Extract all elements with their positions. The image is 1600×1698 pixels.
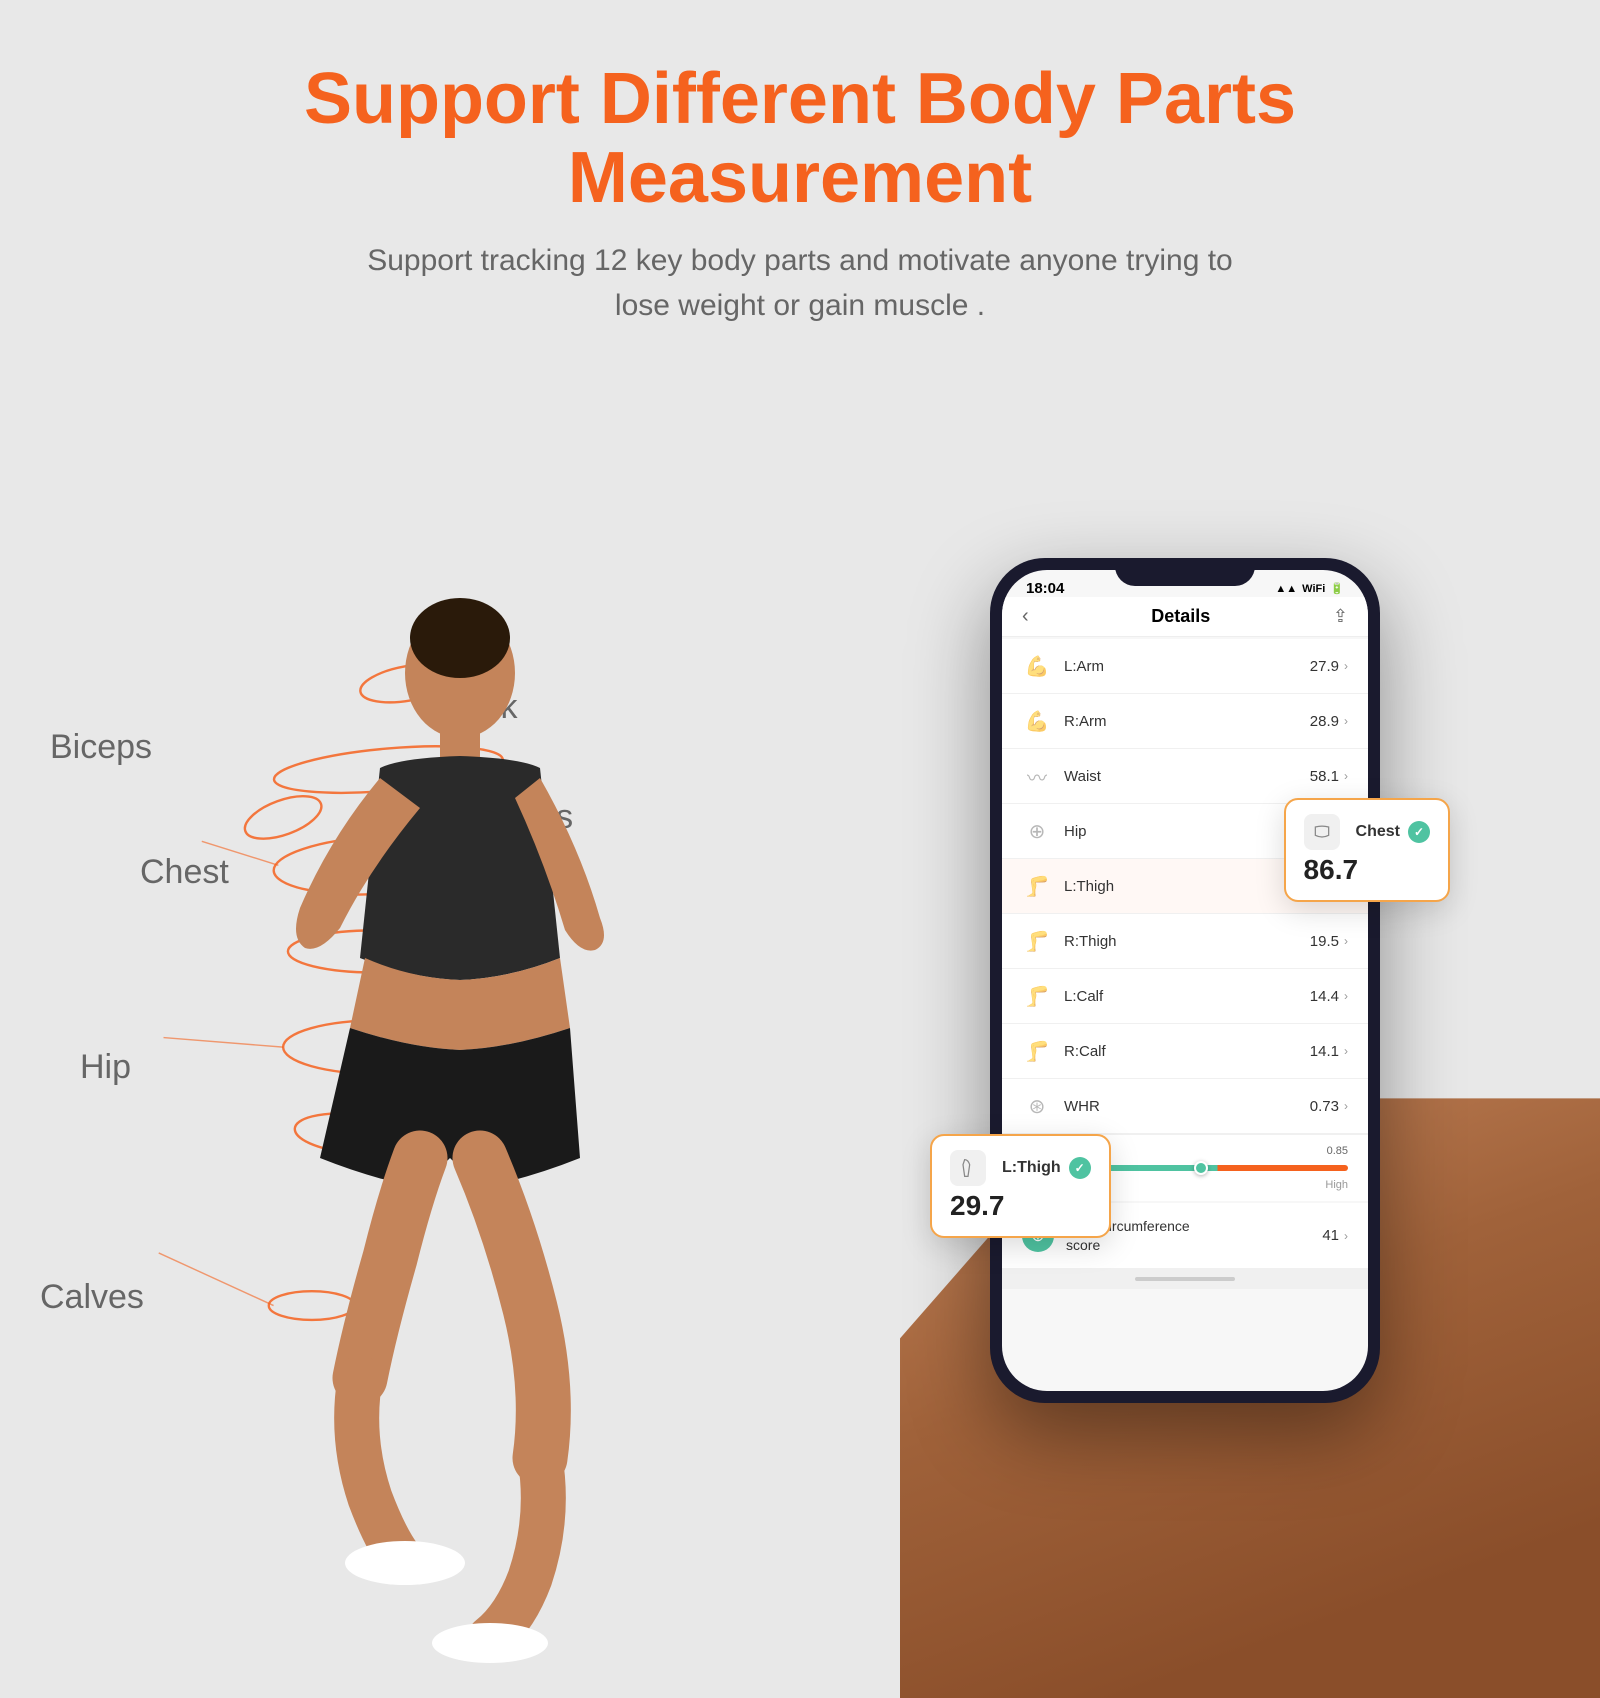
lcalf-arrow: › — [1344, 989, 1348, 1003]
lcalf-value: 14.4 — [1310, 988, 1339, 1005]
rthigh-value: 19.5 — [1310, 933, 1339, 950]
list-item-lcalf[interactable]: 🦵 L:Calf 14.4 › — [1002, 969, 1368, 1024]
lcalf-label: L:Calf — [1064, 988, 1310, 1005]
list-item-whr[interactable]: ⊛ WHR 0.73 › — [1002, 1079, 1368, 1134]
waist-icon: 〰 — [1022, 761, 1052, 791]
page-subtitle: Support tracking 12 key body parts and m… — [100, 238, 1500, 328]
waist-arrow: › — [1344, 769, 1348, 783]
list-item-rthigh[interactable]: 🦵 R:Thigh 19.5 › — [1002, 914, 1368, 969]
list-item-waist[interactable]: 〰 Waist 58.1 › — [1002, 749, 1368, 804]
rarm-icon: 💪 — [1022, 706, 1052, 736]
app-header: ‹ Details ⇪ — [1002, 597, 1368, 637]
chest-tooltip-card: Chest ✓ 86.7 — [1284, 798, 1450, 902]
rthigh-icon: 🦵 — [1022, 926, 1052, 956]
whr-arrow: › — [1344, 1099, 1348, 1113]
waist-value: 58.1 — [1310, 768, 1339, 785]
chest-tooltip-value: 86.7 — [1304, 854, 1430, 886]
thigh-tooltip-card: L:Thigh ✓ 29.7 — [930, 1134, 1111, 1238]
lcalf-icon: 🦵 — [1022, 981, 1052, 1011]
calves-label: Calves — [40, 1278, 144, 1317]
lthigh-icon: 🦵 — [1022, 871, 1052, 901]
score-arrow: › — [1344, 1229, 1348, 1243]
phone-notch — [1115, 558, 1255, 586]
thigh-tooltip-header: L:Thigh ✓ — [950, 1150, 1091, 1186]
whr-label: WHR — [1064, 1098, 1310, 1115]
rcalf-icon: 🦵 — [1022, 1036, 1052, 1066]
rarm-arrow: › — [1344, 714, 1348, 728]
thigh-icon — [950, 1150, 986, 1186]
rcalf-label: R:Calf — [1064, 1043, 1310, 1060]
runner-figure — [150, 578, 700, 1678]
rthigh-label: R:Thigh — [1064, 933, 1310, 950]
list-item-rarm[interactable]: 💪 R:Arm 28.9 › — [1002, 694, 1368, 749]
home-bar — [1135, 1277, 1235, 1281]
page-title: Support Different Body Parts Measurement — [100, 60, 1500, 218]
back-arrow[interactable]: ‹ — [1022, 605, 1029, 628]
phone-screen: 18:04 ▲▲ WiFi 🔋 ‹ Details ⇪ 💪 — [1002, 570, 1368, 1391]
share-icon[interactable]: ⇪ — [1333, 606, 1348, 627]
list-item-larm[interactable]: 💪 L:Arm 27.9 › — [1002, 639, 1368, 694]
whr-icon: ⊛ — [1022, 1091, 1052, 1121]
thigh-tooltip-value: 29.7 — [950, 1190, 1091, 1222]
main-content: Neck Shoulders Biceps Chest Abdomen Hip … — [0, 358, 1600, 1698]
rarm-value: 28.9 — [1310, 713, 1339, 730]
hip-icon: ⊕ — [1022, 816, 1052, 846]
larm-value: 27.9 — [1310, 658, 1339, 675]
list-item-rcalf[interactable]: 🦵 R:Calf 14.1 › — [1002, 1024, 1368, 1079]
larm-icon: 💪 — [1022, 651, 1052, 681]
home-indicator — [1002, 1269, 1368, 1289]
rcalf-arrow: › — [1344, 1044, 1348, 1058]
whr-value: 0.73 — [1310, 1098, 1339, 1115]
rcalf-value: 14.1 — [1310, 1043, 1339, 1060]
status-icons: ▲▲ WiFi 🔋 — [1275, 582, 1344, 595]
rthigh-arrow: › — [1344, 934, 1348, 948]
thigh-check-icon: ✓ — [1069, 1157, 1091, 1179]
hip-label: Hip — [80, 1048, 131, 1087]
score-value: 41 — [1322, 1227, 1339, 1244]
phone-container: 18:04 ▲▲ WiFi 🔋 ‹ Details ⇪ 💪 — [990, 558, 1420, 1458]
status-time: 18:04 — [1026, 580, 1064, 597]
rarm-label: R:Arm — [1064, 713, 1310, 730]
header-section: Support Different Body Parts Measurement… — [0, 0, 1600, 358]
waist-label: Waist — [1064, 768, 1310, 785]
chest-tooltip-header: Chest ✓ — [1304, 814, 1430, 850]
app-header-title: Details — [1151, 606, 1210, 627]
biceps-label: Biceps — [50, 728, 152, 767]
larm-label: L:Arm — [1064, 658, 1310, 675]
chest-icon — [1304, 814, 1340, 850]
phone-frame: 18:04 ▲▲ WiFi 🔋 ‹ Details ⇪ 💪 — [990, 558, 1380, 1403]
slider-thumb — [1194, 1161, 1208, 1175]
larm-arrow: › — [1344, 659, 1348, 673]
chest-check-icon: ✓ — [1408, 821, 1430, 843]
